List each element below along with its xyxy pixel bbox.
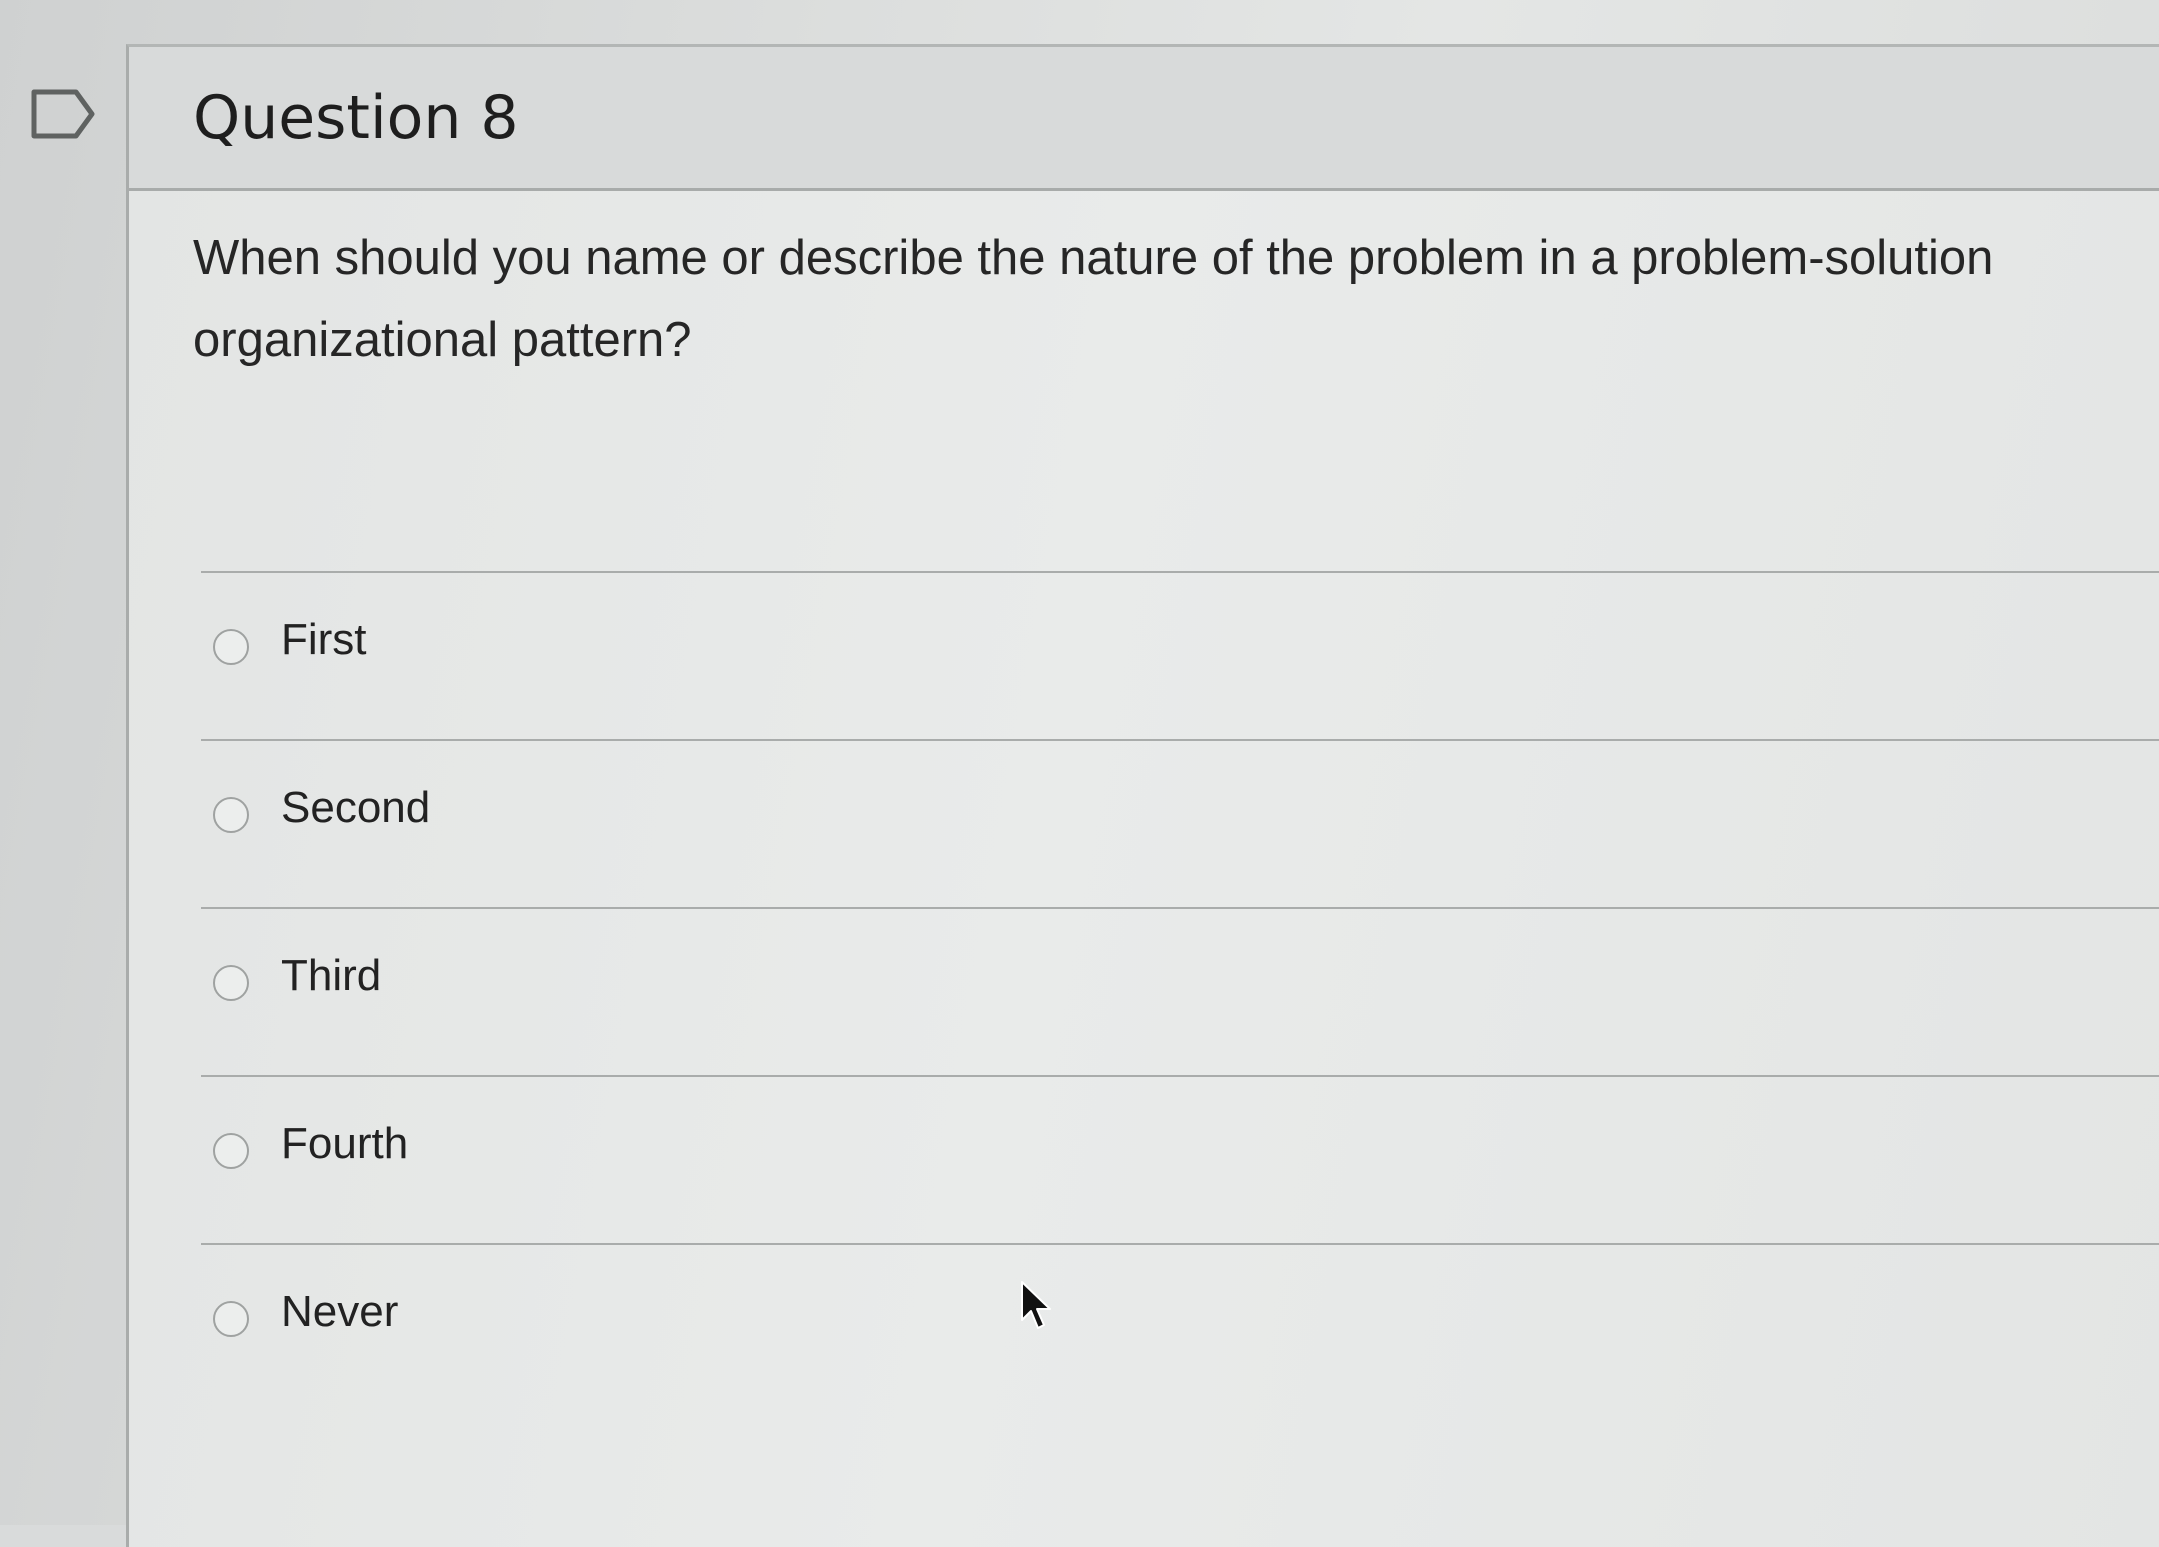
answer-option-second[interactable]: Second xyxy=(201,739,2159,907)
radio-button-icon[interactable] xyxy=(213,965,249,1001)
question-header: Question 8 xyxy=(129,47,2159,191)
radio-button-icon[interactable] xyxy=(213,1133,249,1169)
answer-option-first[interactable]: First xyxy=(201,571,2159,739)
answer-label[interactable]: Second xyxy=(281,783,430,833)
answer-label[interactable]: Never xyxy=(281,1287,398,1337)
mouse-cursor-icon xyxy=(1021,1281,1051,1329)
radio-button-icon[interactable] xyxy=(213,629,249,665)
answer-label[interactable]: Fourth xyxy=(281,1119,408,1169)
flag-question-icon[interactable] xyxy=(30,88,96,140)
radio-button-icon[interactable] xyxy=(213,1301,249,1337)
question-card: Question 8 When should you name or descr… xyxy=(126,44,2159,1547)
answer-label[interactable]: Third xyxy=(281,951,381,1001)
answer-label[interactable]: First xyxy=(281,615,367,665)
answer-option-never[interactable]: Never xyxy=(201,1243,2159,1411)
answer-option-fourth[interactable]: Fourth xyxy=(201,1075,2159,1243)
question-title: Question 8 xyxy=(193,83,519,153)
radio-button-icon[interactable] xyxy=(213,797,249,833)
answer-list: First Second Third Fourth Never xyxy=(201,571,2159,1411)
question-text: When should you name or describe the nat… xyxy=(193,231,1994,367)
answer-option-third[interactable]: Third xyxy=(201,907,2159,1075)
